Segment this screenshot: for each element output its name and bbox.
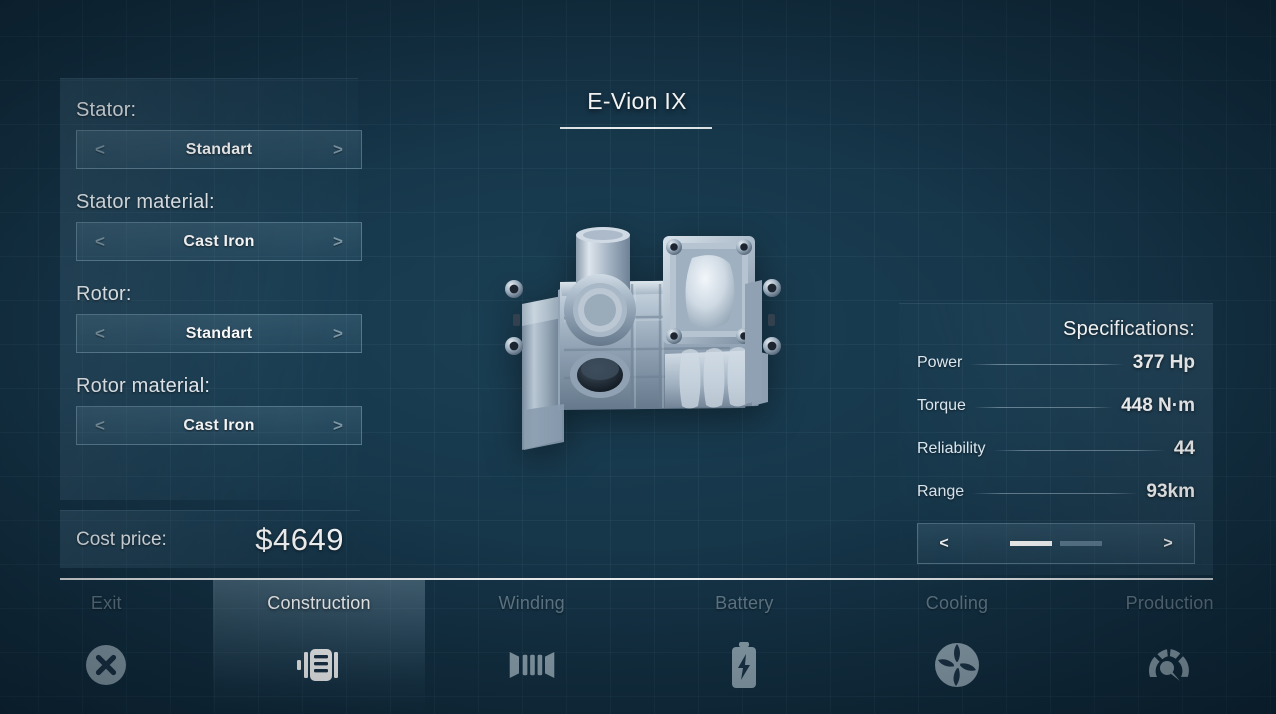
- engine-builder-screen: Stator: < Standart > Stator material: < …: [0, 0, 1276, 714]
- pager-next-button[interactable]: >: [1142, 535, 1194, 553]
- pager-page-indicators: [970, 541, 1142, 546]
- spec-value-reliability: 44: [1173, 437, 1195, 459]
- coil-icon[interactable]: [506, 639, 558, 691]
- chevron-left-icon[interactable]: <: [77, 232, 123, 252]
- spec-label: Reliability: [917, 439, 986, 457]
- spec-row-reliability: Reliability 44: [917, 427, 1195, 470]
- nav-item-battery[interactable]: Battery: [638, 580, 851, 714]
- spec-leader-line: [973, 407, 1114, 408]
- nav-label: Cooling: [925, 593, 989, 613]
- stator-material-spinner[interactable]: < Cast Iron >: [76, 222, 362, 261]
- spec-label: Range: [917, 482, 965, 500]
- chevron-right-icon[interactable]: >: [315, 232, 361, 252]
- cost-price-value: $4649: [255, 521, 344, 557]
- fan-icon[interactable]: [931, 639, 983, 691]
- spec-row-power: Power 377 Hp: [917, 341, 1195, 384]
- bottom-nav-bar: Exit Construction Winding Battery Coolin…: [0, 580, 1276, 714]
- nav-label: Winding: [498, 593, 565, 613]
- chevron-left-icon[interactable]: <: [77, 416, 123, 436]
- chevron-right-icon[interactable]: >: [315, 140, 361, 160]
- stator-spinner[interactable]: < Standart >: [76, 130, 362, 169]
- spec-label: Torque: [917, 396, 966, 414]
- close-circle-icon[interactable]: [80, 639, 132, 691]
- chevron-right-icon[interactable]: >: [315, 416, 361, 436]
- option-label: Stator:: [76, 99, 137, 121]
- engine-title-block: E-Vion IX: [560, 88, 714, 129]
- nav-item-winding[interactable]: Winding: [425, 580, 638, 714]
- nav-item-cooling[interactable]: Cooling: [851, 580, 1064, 714]
- cost-price-label: Cost price:: [76, 528, 167, 550]
- nav-label: Construction: [267, 593, 371, 613]
- cost-price-panel: Cost price: $4649: [60, 510, 360, 568]
- specifications-title: Specifications:: [1063, 318, 1195, 340]
- stator-value: Standart: [185, 140, 253, 158]
- title-underline: [560, 127, 712, 129]
- spec-row-torque: Torque 448 N·m: [917, 384, 1195, 427]
- pager-dot-2[interactable]: [1060, 541, 1102, 546]
- engine-3d-preview: [500, 222, 790, 462]
- nav-label: Production: [1125, 593, 1214, 613]
- option-group-stator: Stator: < Standart >: [60, 79, 362, 169]
- pager-dot-1[interactable]: [1010, 541, 1052, 546]
- stator-material-value: Cast Iron: [183, 232, 255, 250]
- gauge-icon[interactable]: [1144, 639, 1196, 691]
- nav-label: Battery: [715, 593, 774, 613]
- rotor-material-spinner[interactable]: < Cast Iron >: [76, 406, 362, 445]
- chevron-right-icon[interactable]: >: [315, 324, 361, 344]
- nav-item-construction[interactable]: Construction: [212, 580, 426, 714]
- nav-item-exit[interactable]: Exit: [0, 580, 213, 714]
- option-label: Stator material:: [76, 191, 215, 213]
- option-group-rotor: Rotor: < Standart >: [60, 283, 362, 353]
- option-group-stator-material: Stator material: < Cast Iron >: [60, 191, 362, 261]
- specifications-pager[interactable]: < >: [917, 523, 1195, 564]
- pager-prev-button[interactable]: <: [918, 535, 970, 553]
- page-title: E-Vion IX: [587, 88, 687, 114]
- option-group-rotor-material: Rotor material: < Cast Iron >: [60, 375, 362, 445]
- rotor-material-value: Cast Iron: [183, 416, 255, 434]
- spec-leader-line: [972, 493, 1139, 494]
- chevron-left-icon[interactable]: <: [77, 324, 123, 344]
- nav-label: Exit: [90, 593, 122, 613]
- rotor-spinner[interactable]: < Standart >: [76, 314, 362, 353]
- option-label: Rotor material:: [76, 375, 211, 397]
- battery-bolt-icon[interactable]: [718, 639, 770, 691]
- spec-value-torque: 448 N·m: [1121, 394, 1195, 416]
- nav-item-production[interactable]: Production: [1063, 580, 1276, 714]
- construction-options-panel: Stator: < Standart > Stator material: < …: [60, 78, 362, 500]
- spec-leader-line: [993, 450, 1166, 451]
- spec-row-range: Range 93km: [917, 470, 1195, 513]
- rotor-value: Standart: [185, 324, 253, 342]
- spec-value-power: 377 Hp: [1132, 351, 1195, 373]
- option-label: Rotor:: [76, 283, 132, 305]
- spec-label: Power: [917, 353, 963, 371]
- spec-leader-line: [970, 364, 1125, 365]
- specifications-panel: Specifications: Power 377 Hp Torque 448 …: [899, 303, 1213, 575]
- motor-icon[interactable]: [293, 639, 345, 691]
- spec-value-range: 93km: [1146, 480, 1195, 502]
- chevron-left-icon[interactable]: <: [77, 140, 123, 160]
